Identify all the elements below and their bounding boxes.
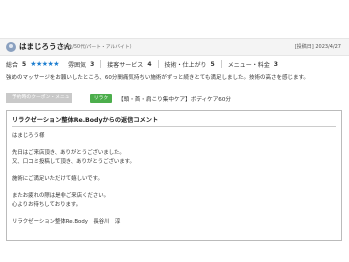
overall-label: 総合 — [6, 61, 19, 69]
review-comment: 強めのマッサージをお願いしたところ、60分間痛気持ちい施術がずっと続きとても満足… — [6, 75, 309, 81]
rating-price-value: 3 — [273, 60, 278, 68]
reply-line: 施術にご満足いただけて嬉しいです。 — [12, 176, 103, 182]
reply-line: はまじろう様 — [12, 133, 45, 139]
rating-atmosphere-value: 3 — [90, 60, 95, 68]
ratings-row: 総合 5 ★★★★★ 雰囲気 3 接客サービス 4 技術・仕上がり 5 メニュー… — [6, 59, 282, 69]
reply-line: 又、口コミ投稿して頂き、ありがとうございます。 — [12, 159, 135, 165]
coupon-menu-label: 予約時のクーポン・メニュー — [6, 93, 72, 110]
reviewer-info: （女性/50代/パート・アルバイト） — [58, 45, 135, 50]
divider — [157, 60, 159, 68]
overall-value: 5 — [22, 60, 27, 68]
divider — [100, 60, 102, 68]
rating-stars-icon: ★★★★★ — [30, 60, 60, 68]
rating-technique-value: 5 — [210, 60, 215, 68]
posted-date: [投稿日] 2023/4/27 — [294, 44, 341, 50]
reply-signature: リラクゼーション整体Re.Body 長谷川 淳 — [12, 219, 121, 225]
user-avatar-icon — [6, 42, 16, 52]
divider — [220, 60, 222, 68]
reply-divider — [12, 126, 336, 127]
review-header: はまじろうさん （女性/50代/パート・アルバイト） [投稿日] 2023/4/… — [0, 38, 349, 56]
reply-title: リラクゼーション整体Re.Bodyからの返信コメント — [12, 117, 159, 124]
reply-line: 心よりお待ちしております。 — [12, 202, 82, 208]
reply-line: 先日はご来店頂き、ありがとうございました。 — [12, 150, 125, 156]
coupon-menu-name[interactable]: 【頭・首・肩こり集中ケア】ボディケア60分 — [118, 95, 231, 103]
reply-line: またお疲れの際は是非ご来店ください。 — [12, 193, 110, 199]
category-tag: リラク — [90, 94, 112, 103]
rating-service-label: 接客サービス — [107, 61, 144, 69]
salon-reply-box: リラクゼーション整体Re.Bodyからの返信コメント はまじろう様 先日はご来店… — [6, 110, 342, 241]
rating-price-label: メニュー・料金 — [227, 61, 270, 69]
rating-atmosphere-label: 雰囲気 — [68, 61, 87, 69]
rating-technique-label: 技術・仕上がり — [164, 61, 207, 69]
rating-service-value: 4 — [147, 60, 152, 68]
